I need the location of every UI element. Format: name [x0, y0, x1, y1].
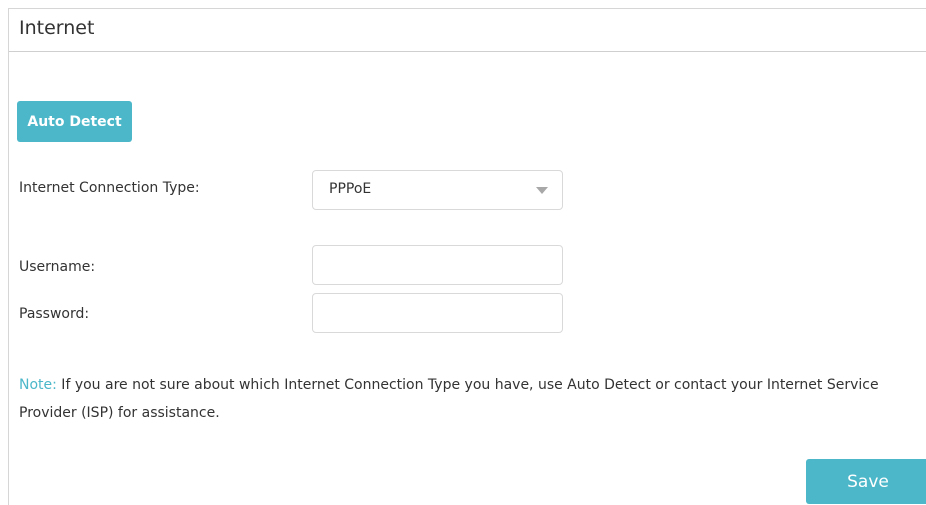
username-field-wrapper: [312, 245, 563, 285]
note-label: Note:: [19, 377, 57, 393]
password-label: Password:: [19, 306, 90, 322]
password-field-wrapper: [312, 293, 563, 333]
title-divider: [9, 51, 926, 52]
connection-type-select[interactable]: PPPoE: [312, 170, 563, 210]
auto-detect-button[interactable]: Auto Detect: [17, 101, 132, 142]
username-label: Username:: [19, 259, 96, 275]
connection-type-value: PPPoE: [329, 181, 372, 197]
chevron-down-icon: [536, 187, 548, 194]
note-body: If you are not sure about which Internet…: [19, 377, 879, 421]
page-title: Internet: [19, 17, 95, 39]
internet-panel: Internet Auto Detect Internet Connection…: [8, 8, 926, 505]
save-button[interactable]: Save: [806, 459, 926, 504]
password-field[interactable]: [313, 294, 562, 332]
connection-type-label: Internet Connection Type:: [19, 180, 200, 196]
username-field[interactable]: [313, 246, 562, 284]
note-text: Note: If you are not sure about which In…: [19, 371, 919, 427]
